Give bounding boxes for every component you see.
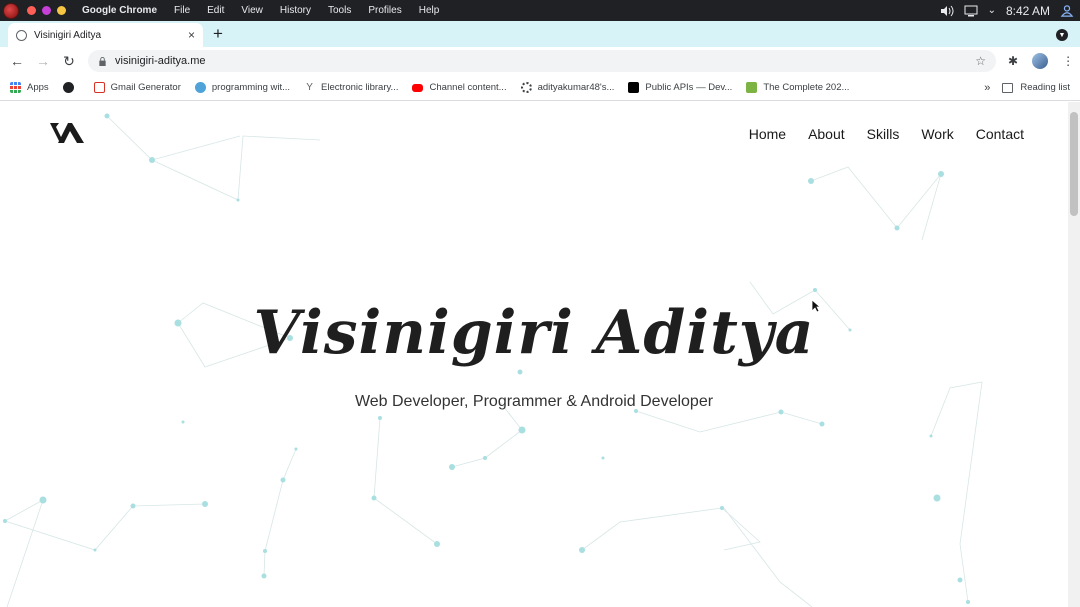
bookmark-label: Electronic library...: [321, 82, 399, 93]
display-icon[interactable]: [964, 5, 978, 17]
tab-visinigiri-aditya[interactable]: Visinigiri Aditya ×: [8, 23, 203, 47]
bookmark-public-apis[interactable]: Public APIs — Dev...: [628, 82, 732, 93]
bookmark-globe[interactable]: [62, 82, 80, 93]
y-icon: Y: [306, 82, 313, 93]
hero-title: Visinigiri Aditya: [253, 298, 815, 368]
clock: 8:42 AM: [1005, 3, 1050, 18]
scrollbar-thumb[interactable]: [1070, 112, 1078, 216]
minimize-window-button[interactable]: [42, 6, 51, 15]
close-icon[interactable]: ×: [188, 28, 195, 42]
reading-list-icon: [1002, 82, 1014, 93]
mouse-cursor-icon: [811, 299, 821, 313]
c-icon: [746, 82, 758, 93]
tab-search-icon[interactable]: ▼: [1056, 29, 1068, 41]
webpage: Home About Skills Work Contact Visinigir…: [0, 102, 1068, 607]
address-bar[interactable]: visinigiri-aditya.me ☆: [88, 50, 996, 72]
window-controls: [27, 6, 66, 15]
app-menus: Google Chrome File Edit View History Too…: [82, 5, 439, 16]
chevron-down-icon[interactable]: ⌄: [988, 5, 996, 16]
os-logo-icon[interactable]: [3, 2, 19, 19]
bookmark-label: Public APIs — Dev...: [645, 82, 733, 93]
nav-contact[interactable]: Contact: [976, 126, 1024, 142]
bookmark-star-icon[interactable]: ☆: [975, 54, 986, 68]
menu-profiles[interactable]: Profiles: [368, 5, 401, 16]
gmail-icon: [93, 82, 105, 93]
bookmark-channel-content[interactable]: Channel content...: [412, 82, 507, 93]
browser-toolbar: ← → ↻ visinigiri-aditya.me ☆ ✱ ⋮: [0, 47, 1080, 75]
menu-history[interactable]: History: [280, 5, 311, 16]
bookmark-electronic-library[interactable]: Y Electronic library...: [304, 82, 398, 93]
bookmark-label: programming wit...: [211, 82, 291, 93]
puzzle-icon[interactable]: ✱: [1008, 54, 1018, 68]
bookmark-the-complete[interactable]: The Complete 202...: [746, 82, 849, 93]
menu-edit[interactable]: Edit: [207, 5, 224, 16]
lock-icon[interactable]: [98, 56, 107, 66]
globe-icon: [62, 82, 74, 93]
menu-help[interactable]: Help: [419, 5, 440, 16]
reading-list-label: Reading list: [1020, 82, 1070, 93]
tab-title: Visinigiri Aditya: [34, 29, 102, 41]
apps-grid-icon: [10, 82, 21, 93]
bookmarks-bar: Apps Gmail Generator programming wit... …: [0, 75, 1080, 101]
spinner-icon: [520, 82, 532, 93]
bookmark-label: Channel content...: [429, 82, 507, 93]
close-window-button[interactable]: [27, 6, 36, 15]
nav-about[interactable]: About: [808, 126, 845, 142]
globe-icon: [194, 82, 206, 93]
menu-view[interactable]: View: [241, 5, 263, 16]
kebab-menu-icon[interactable]: ⋮: [1062, 54, 1074, 68]
bookmark-label: Gmail Generator: [110, 82, 181, 93]
bookmark-apps[interactable]: Apps: [10, 82, 49, 93]
reload-button[interactable]: ↻: [56, 53, 82, 70]
bookmark-gmail-generator[interactable]: Gmail Generator: [93, 82, 181, 93]
bookmark-label: adityakumar48's...: [537, 82, 615, 93]
profile-avatar[interactable]: [1032, 53, 1049, 69]
bookmark-adityakumar48[interactable]: adityakumar48's...: [520, 82, 615, 93]
globe-icon: [16, 29, 27, 41]
hero-subtitle: Web Developer, Programmer & Android Deve…: [354, 393, 714, 410]
site-nav: Home About Skills Work Contact: [749, 126, 1024, 142]
status-area: ⌄ 8:42 AM: [940, 4, 1080, 18]
bookmark-label: The Complete 202...: [763, 82, 850, 93]
user-icon[interactable]: [1060, 4, 1074, 17]
tab-strip: Visinigiri Aditya × + ▼: [0, 21, 1080, 47]
nav-work[interactable]: Work: [921, 126, 953, 142]
nav-home[interactable]: Home: [749, 126, 786, 142]
bookmark-programming[interactable]: programming wit...: [194, 82, 291, 93]
youtube-icon: [412, 83, 424, 92]
forward-button[interactable]: →: [30, 53, 56, 69]
app-name-menu[interactable]: Google Chrome: [82, 5, 157, 16]
reading-list-button[interactable]: Reading list: [1002, 82, 1070, 93]
system-menubar: Google Chrome File Edit View History Too…: [0, 0, 1080, 21]
menu-file[interactable]: File: [174, 5, 190, 16]
nav-skills[interactable]: Skills: [867, 126, 900, 142]
page-scrollbar[interactable]: [1068, 102, 1080, 607]
bookmark-label: Apps: [27, 82, 49, 93]
url-text[interactable]: visinigiri-aditya.me: [115, 55, 975, 67]
more-bookmarks-button[interactable]: »: [984, 82, 990, 94]
site-logo[interactable]: [50, 122, 86, 144]
dev-icon: [628, 82, 640, 93]
extensions-area: ✱ ⋮: [1008, 53, 1074, 69]
menu-tools[interactable]: Tools: [328, 5, 351, 16]
back-button[interactable]: ←: [4, 53, 30, 69]
zoom-window-button[interactable]: [57, 6, 66, 15]
volume-icon[interactable]: [940, 5, 954, 17]
new-tab-button[interactable]: +: [213, 24, 223, 44]
